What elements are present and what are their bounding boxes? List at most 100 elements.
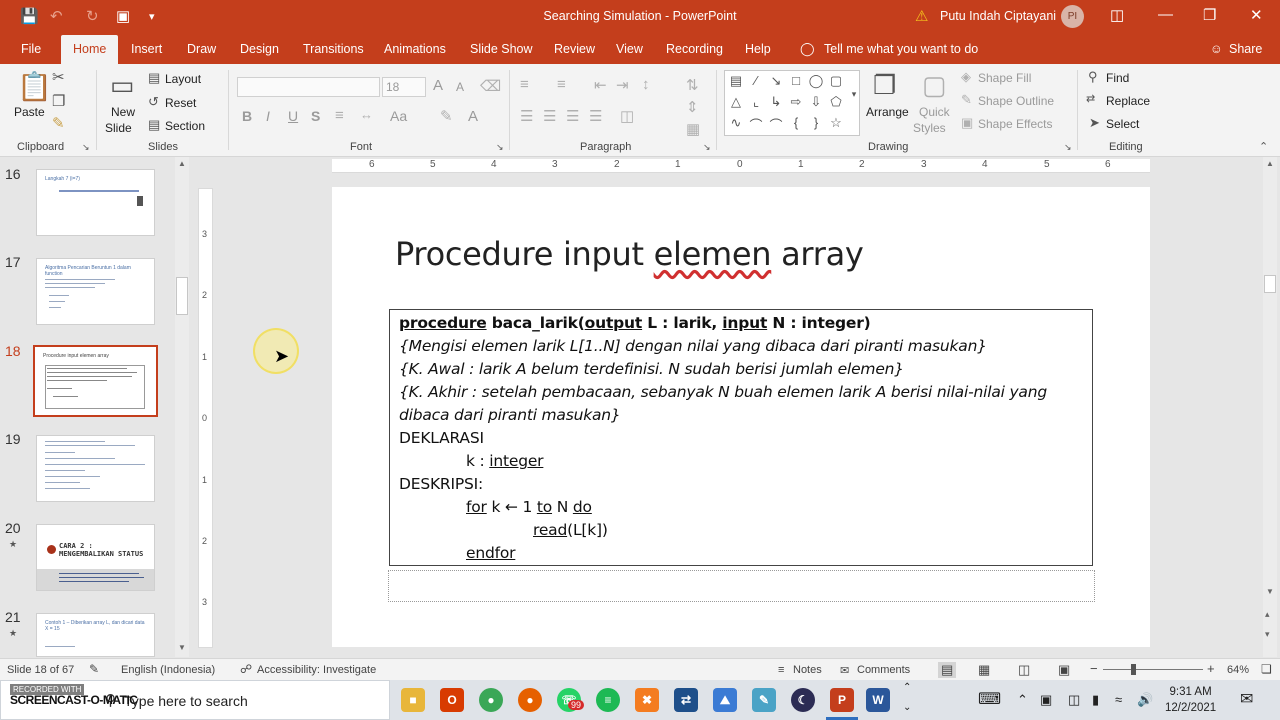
- xampp-icon[interactable]: ✖: [635, 688, 659, 712]
- comments-icon[interactable]: ✉: [840, 664, 849, 677]
- replace-icon[interactable]: ⇄: [1086, 92, 1095, 105]
- tab-home[interactable]: Home: [61, 35, 119, 64]
- copy-icon[interactable]: ❐: [52, 92, 65, 110]
- select-icon[interactable]: ➤: [1089, 115, 1100, 131]
- file-explorer-icon[interactable]: ■: [401, 688, 425, 712]
- scroll-up-icon[interactable]: ▲: [178, 159, 186, 168]
- slide-thumbnail-16[interactable]: Langkah 7 (i=7): [36, 169, 155, 236]
- line-spacing-icon[interactable]: ↕: [642, 76, 650, 93]
- remote-desktop-icon[interactable]: ⇄: [674, 688, 698, 712]
- align-left-icon[interactable]: ☰: [520, 107, 533, 125]
- find-icon[interactable]: ⚲: [1088, 69, 1098, 85]
- slideshow-view-icon[interactable]: ▣: [1058, 662, 1070, 678]
- scroll-up-icon[interactable]: ▲: [1266, 159, 1274, 168]
- star-shape-icon[interactable]: ☆: [827, 115, 845, 131]
- tab-slide-show[interactable]: Slide Show: [470, 42, 533, 56]
- line-shape-icon[interactable]: ∕: [747, 73, 765, 88]
- replace-button[interactable]: Replace: [1106, 94, 1150, 108]
- redo-icon[interactable]: ↻: [86, 7, 99, 25]
- paste-button[interactable]: Paste: [14, 105, 45, 119]
- new-slide-button-line2[interactable]: Slide: [105, 121, 132, 135]
- freeform-shape-icon[interactable]: ∿: [727, 115, 745, 131]
- user-name[interactable]: Putu Indah Ciptayani: [940, 9, 1056, 23]
- layout-icon[interactable]: ▤: [148, 70, 160, 86]
- empty-placeholder[interactable]: [388, 570, 1095, 602]
- align-center-icon[interactable]: ☰: [543, 107, 556, 125]
- brace-right-shape-icon[interactable]: }: [807, 115, 825, 130]
- scroll-thumb[interactable]: [176, 277, 188, 315]
- change-case-button[interactable]: Aa: [390, 108, 407, 124]
- firefox-icon[interactable]: ●: [518, 688, 542, 712]
- arrange-icon[interactable]: ❐: [873, 70, 896, 101]
- slide-canvas[interactable]: Procedure input elemen array procedure b…: [332, 187, 1150, 647]
- tab-insert[interactable]: Insert: [131, 42, 162, 56]
- slide-thumbnail-21[interactable]: Contoh 1 – Diberikan array L, dan dicari…: [36, 613, 155, 657]
- notes-icon[interactable]: ≡: [778, 664, 784, 676]
- slide-thumbnail-19[interactable]: [36, 435, 155, 502]
- eclipse-icon[interactable]: ☾: [791, 688, 815, 712]
- zoom-slider[interactable]: [1103, 669, 1203, 670]
- reset-icon[interactable]: ↺: [148, 94, 159, 110]
- shadow-button[interactable]: S: [311, 108, 320, 124]
- normal-view-icon[interactable]: ▤: [938, 662, 957, 678]
- brace-left-shape-icon[interactable]: {: [787, 115, 805, 130]
- tray-app-icon[interactable]: ▣: [1040, 692, 1052, 708]
- scroll-down-icon[interactable]: ▼: [178, 643, 186, 652]
- taskbar-clock[interactable]: 9:31 AM 12/2/2021: [1165, 684, 1216, 716]
- code-textbox[interactable]: procedure baca_larik(output L : larik, i…: [389, 309, 1093, 566]
- tab-recording[interactable]: Recording: [666, 42, 723, 56]
- align-text-icon[interactable]: ⇕: [686, 98, 699, 116]
- shapes-gallery[interactable]: ▤ ∕ ↘ □ ◯ ▢ △ ⌞ ↳ ⇨ ⇩ ⬠ ∿ ⌒ ⌒ { } ☆ ▾: [724, 70, 860, 136]
- slide-thumbnail-20[interactable]: CARA 2 : MENGEMBALIKAN STATUS: [36, 524, 155, 591]
- rectangle-shape-icon[interactable]: □: [787, 73, 805, 88]
- gallery-more-icon[interactable]: ▾: [845, 89, 863, 100]
- slide-sorter-icon[interactable]: ▦: [978, 662, 990, 678]
- font-color-button[interactable]: A: [468, 108, 478, 125]
- notes-button[interactable]: Notes: [793, 664, 822, 676]
- spelling-icon[interactable]: ✎: [89, 662, 99, 676]
- dialog-launcher-icon[interactable]: ↘: [496, 142, 504, 153]
- spotify-icon[interactable]: ≡: [596, 688, 620, 712]
- columns-icon[interactable]: ◫: [620, 107, 634, 125]
- show-hidden-icons[interactable]: ⌃: [1017, 692, 1028, 708]
- thumbnail-scrollbar[interactable]: ▲ ▼: [175, 157, 189, 657]
- scroll-thumb[interactable]: [1264, 275, 1276, 293]
- customize-qat-icon[interactable]: ▾: [149, 10, 155, 23]
- underline-button[interactable]: U: [288, 108, 298, 124]
- cut-icon[interactable]: ✂: [52, 68, 65, 86]
- avatar[interactable]: PI: [1061, 5, 1084, 28]
- strikethrough-icon[interactable]: ≡: [335, 107, 344, 124]
- elbow-shape-icon[interactable]: ⌞: [747, 94, 765, 110]
- language-indicator[interactable]: English (Indonesia): [121, 664, 215, 676]
- reading-view-icon[interactable]: ◫: [1018, 662, 1030, 678]
- grow-font-icon[interactable]: A: [433, 77, 443, 94]
- bold-button[interactable]: B: [242, 108, 252, 124]
- taskbar-scroll-up-icon[interactable]: ⌃: [903, 682, 911, 693]
- notifications-icon[interactable]: ✉: [1240, 689, 1253, 709]
- zoom-slider-knob[interactable]: [1131, 664, 1136, 675]
- dialog-launcher-icon[interactable]: ↘: [1064, 142, 1072, 153]
- italic-button[interactable]: I: [266, 108, 270, 124]
- photos-icon[interactable]: ⛰: [713, 688, 737, 712]
- slide-thumbnail-18[interactable]: Procedure input elemen array: [33, 345, 158, 417]
- ribbon-display-icon[interactable]: ◫: [1110, 6, 1124, 24]
- section-button[interactable]: Section: [165, 119, 205, 133]
- undo-icon[interactable]: ↶: [50, 7, 63, 25]
- tab-help[interactable]: Help: [745, 42, 771, 56]
- powerpoint-icon[interactable]: P: [830, 688, 854, 712]
- chrome-icon[interactable]: ●: [479, 688, 503, 712]
- bullets-icon[interactable]: ≡: [520, 76, 529, 93]
- increase-indent-icon[interactable]: ⇥: [616, 76, 629, 94]
- char-spacing-icon[interactable]: ↔: [360, 107, 373, 122]
- curved-arrow-shape-icon[interactable]: ↳: [767, 94, 785, 110]
- quick-styles-icon[interactable]: ▢: [922, 70, 947, 101]
- slide-title[interactable]: Procedure input elemen array: [395, 235, 864, 273]
- zoom-level[interactable]: 64%: [1227, 664, 1249, 676]
- down-arrow-shape-icon[interactable]: ⇩: [807, 94, 825, 110]
- battery-icon[interactable]: ▮: [1092, 692, 1099, 708]
- next-slide-icon[interactable]: ▾: [1265, 629, 1270, 640]
- rounded-rect-shape-icon[interactable]: ▢: [827, 73, 845, 89]
- tab-review[interactable]: Review: [554, 42, 595, 56]
- shrink-font-icon[interactable]: A: [456, 80, 464, 94]
- decrease-indent-icon[interactable]: ⇤: [594, 76, 607, 94]
